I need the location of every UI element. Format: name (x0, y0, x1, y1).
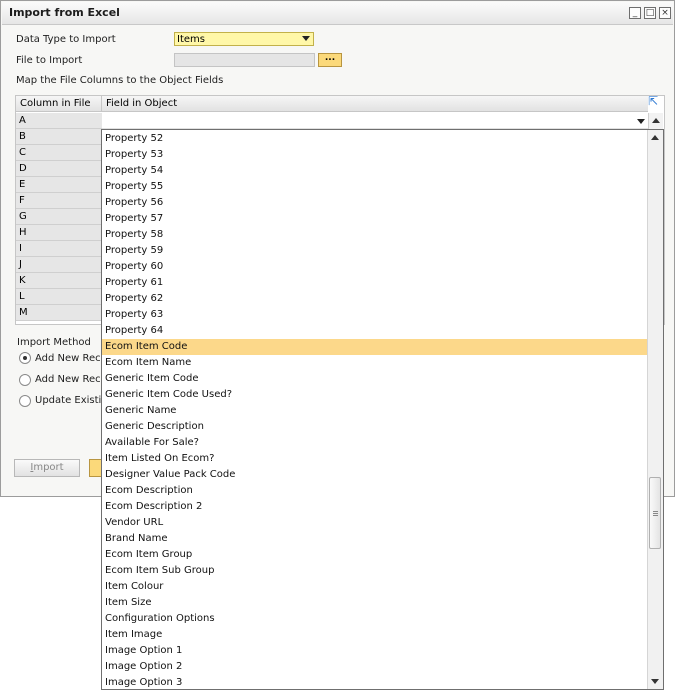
dropdown-option[interactable]: Property 62 (102, 291, 648, 307)
field-dropdown-list[interactable]: Property 52 Property 53 Property 54 Propert… (101, 129, 664, 690)
dropdown-scroll-up-icon[interactable] (651, 135, 659, 140)
dropdown-option[interactable]: Generic Item Code Used? (102, 387, 648, 403)
dropdown-option[interactable]: Available For Sale? (102, 435, 648, 451)
dropdown-scrollbar[interactable] (647, 130, 663, 689)
data-type-select[interactable]: Items (174, 32, 314, 46)
dropdown-option[interactable]: Generic Description (102, 419, 648, 435)
radio-add-new-2[interactable] (19, 374, 31, 386)
dropdown-option[interactable]: Ecom Item Name (102, 355, 648, 371)
dropdown-option[interactable]: Property 60 (102, 259, 648, 275)
radio-add-new-1[interactable] (19, 352, 31, 364)
minimize-icon[interactable]: _ (629, 7, 641, 19)
dropdown-option[interactable]: Property 58 (102, 227, 648, 243)
dropdown-option[interactable]: Item Colour (102, 579, 648, 595)
browse-button[interactable]: ... (318, 53, 342, 67)
dropdown-option[interactable]: Vendor URL (102, 515, 648, 531)
grid-row-field[interactable] (102, 113, 648, 129)
dropdown-option[interactable]: Item Image (102, 627, 648, 643)
chevron-down-icon (302, 36, 310, 41)
dropdown-option[interactable]: Property 53 (102, 147, 648, 163)
radio-add-new-2-label: Add New Reco (35, 374, 107, 385)
scroll-up-icon[interactable] (652, 118, 660, 123)
grid-row-label[interactable]: M (16, 305, 102, 321)
dropdown-scroll-down-icon[interactable] (651, 679, 659, 684)
dropdown-option[interactable]: Item Listed On Ecom? (102, 451, 648, 467)
grid-row-label[interactable]: L (16, 289, 102, 305)
radio-add-new-1-label: Add New Reco (35, 353, 107, 364)
title-bar: Import from Excel _ □ × (2, 2, 673, 25)
field-in-object-header: Field in Object (102, 96, 648, 112)
expand-arrow-icon[interactable]: ⇱ (648, 95, 660, 107)
grid-row-label[interactable]: J (16, 257, 102, 273)
dropdown-option[interactable]: Designer Value Pack Code (102, 467, 648, 483)
dropdown-option[interactable]: Brand Name (102, 531, 648, 547)
dropdown-option[interactable]: Property 57 (102, 211, 648, 227)
grid-row-label[interactable]: I (16, 241, 102, 257)
file-to-import-label: File to Import (16, 55, 83, 66)
dropdown-option[interactable]: Ecom Item Sub Group (102, 563, 648, 579)
dropdown-option[interactable]: Ecom Item Group (102, 547, 648, 563)
file-to-import-input[interactable] (174, 53, 315, 67)
dropdown-option[interactable]: Ecom Description 2 (102, 499, 648, 515)
dropdown-scroll-thumb[interactable] (649, 477, 661, 549)
dropdown-option[interactable]: Property 61 (102, 275, 648, 291)
grid-row-label[interactable]: B (16, 129, 102, 145)
import-method-label: Import Method (17, 337, 91, 348)
import-button[interactable]: Import (14, 459, 80, 477)
grid-row-label[interactable]: D (16, 161, 102, 177)
data-type-value: Items (177, 34, 205, 45)
dropdown-option[interactable]: Image Option 3 (102, 675, 648, 689)
grid-row-label[interactable]: F (16, 193, 102, 209)
grid-row-label[interactable]: K (16, 273, 102, 289)
dropdown-option[interactable]: Property 52 (102, 131, 648, 147)
dropdown-option[interactable]: Property 56 (102, 195, 648, 211)
dropdown-option[interactable]: Image Option 1 (102, 643, 648, 659)
dropdown-option[interactable]: Ecom Item Code (102, 339, 648, 355)
dropdown-option[interactable]: Property 54 (102, 163, 648, 179)
grip-icon (653, 511, 658, 517)
grid-row-label[interactable]: H (16, 225, 102, 241)
dropdown-option[interactable]: Property 63 (102, 307, 648, 323)
radio-update-existing[interactable] (19, 395, 31, 407)
dropdown-option[interactable]: Ecom Description (102, 483, 648, 499)
grid-row-label[interactable]: G (16, 209, 102, 225)
grid-row-label[interactable]: C (16, 145, 102, 161)
column-in-file-header: Column in File (16, 96, 102, 112)
grid-row-label[interactable]: A (16, 113, 102, 129)
dropdown-option[interactable]: Item Size (102, 595, 648, 611)
map-columns-label: Map the File Columns to the Object Field… (16, 75, 224, 86)
dropdown-option[interactable]: Property 55 (102, 179, 648, 195)
window-title: Import from Excel (9, 6, 120, 19)
grid-row-label[interactable]: E (16, 177, 102, 193)
close-icon[interactable]: × (659, 7, 671, 19)
dropdown-option[interactable]: Property 59 (102, 243, 648, 259)
dropdown-option[interactable]: Image Option 2 (102, 659, 648, 675)
data-type-label: Data Type to Import (16, 34, 116, 45)
dropdown-option[interactable]: Generic Item Code (102, 371, 648, 387)
field-dropdown-arrow-icon[interactable] (637, 119, 645, 124)
dropdown-option[interactable]: Property 64 (102, 323, 648, 339)
dropdown-option[interactable]: Generic Name (102, 403, 648, 419)
dropdown-option[interactable]: Configuration Options (102, 611, 648, 627)
maximize-icon[interactable]: □ (644, 7, 656, 19)
